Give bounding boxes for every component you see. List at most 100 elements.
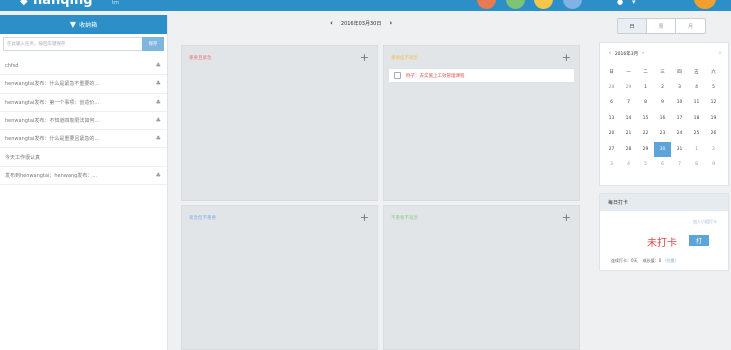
app: ◆ hanqing tm ● ▾ ▼ 收纳箱 保存 chfsd ♣ henwan… [0,0,731,350]
calendar-day[interactable]: 5 [637,157,654,173]
inbox-item[interactable]: 今天工作很认真 [0,148,167,167]
inbox-item[interactable]: henwangtai发布：不知道四象限法如何... ♣ [0,112,167,131]
calendar-day[interactable]: 18 [688,111,705,127]
calendar-day[interactable]: 13 [603,111,620,127]
message-icon[interactable] [506,0,525,9]
calendar-day[interactable]: 27 [603,142,620,158]
logo-icon: ◆ [20,0,28,7]
redeem-link[interactable]: （兑换） [662,258,678,263]
calendar-day[interactable]: 15 [637,111,654,127]
day-view-tab[interactable]: 日 [618,19,647,33]
daily-checkin-panel: 每日打卡 加入小组打卡 未打卡 打 连续打卡：0天 成长值：0 （兑换） [599,193,729,271]
inbox-list: chfsd ♣ henwangtai发布：什么是紧急不重要的... ♣ henw… [0,57,167,186]
settings-icon[interactable] [563,0,582,9]
calendar-day[interactable]: 2 [705,142,722,158]
view-switcher: 日 周 月 [617,18,706,34]
calendar-day[interactable]: 1 [637,80,654,96]
calendar-day[interactable]: 7 [620,95,637,111]
weekday-label: 一 [626,69,631,75]
inbox-item[interactable]: henwangtai发布：什么是重要且紧急的... ♣ [0,130,167,149]
star-icon[interactable] [534,0,553,9]
assign-icon[interactable]: ♣ [156,172,161,179]
prev-day-button[interactable]: ‹ [330,19,333,27]
calendar-day[interactable]: 25 [688,126,705,142]
calendar-grid: 日一二三四五六 28 29 1 2 3 4 5 6 7 8 9 10 11 12 13 14 15 16 17 18 19… [600,64,728,173]
next-month-button[interactable]: › [642,51,644,56]
calendar-day[interactable]: 30 [654,141,671,157]
calendar-day[interactable]: 1 [688,142,705,158]
calendar-day[interactable]: 28 [603,80,620,96]
checkin-status: 未打卡 [647,238,677,249]
calendar-day[interactable]: 23 [654,126,671,142]
checkin-button[interactable]: 打 [689,235,709,246]
calendar-day[interactable]: 17 [671,111,688,127]
quadrant-title: 重要且紧急 [189,56,212,61]
calendar-day[interactable]: 31 [671,142,688,158]
calendar-day[interactable]: 10 [671,95,688,111]
prev-month-button[interactable]: ‹ [609,51,611,56]
inbox-item[interactable]: henwangtai发布：什么是紧急不重要的... ♣ [0,75,167,94]
calendar-day[interactable]: 4 [620,157,637,173]
assign-icon[interactable]: ♣ [156,80,161,87]
calendar-day[interactable]: 3 [603,157,620,173]
calendar-day[interactable]: 8 [637,95,654,111]
calendar-day[interactable]: 6 [654,157,671,173]
calendar-day[interactable]: 9 [705,157,722,173]
calendar-day[interactable]: 29 [620,80,637,96]
chevron-down-icon[interactable]: ▾ [632,0,636,6]
add-task-icon[interactable]: + [562,211,571,224]
calendar-day[interactable]: 19 [705,111,722,127]
assign-icon[interactable]: ♣ [156,117,161,124]
assign-icon[interactable]: ♣ [156,62,161,69]
calendar-day[interactable]: 28 [620,142,637,158]
notification-icon[interactable] [477,0,496,9]
calendar-day[interactable]: 6 [603,95,620,111]
inbox-item-label: 发布到henwangtai：henwang发布：... [5,172,98,179]
calendar-day[interactable]: 9 [654,95,671,111]
month-view-tab[interactable]: 月 [676,19,705,33]
add-task-icon[interactable]: + [360,211,369,224]
quadrant-urgent-not-important: 紧急但不重要 + [181,205,378,350]
assign-icon[interactable]: ♣ [156,99,161,106]
calendar-day[interactable]: 4 [688,80,705,96]
calendar-day[interactable]: 20 [603,126,620,142]
add-task-icon[interactable]: + [562,51,571,64]
brand-name: hanqing [33,0,93,8]
calendar-day[interactable]: 11 [688,95,705,111]
calendar-header: ‹ 2016年3月 › × [600,43,728,64]
calendar-day[interactable]: 24 [671,126,688,142]
task-checkbox[interactable] [394,72,401,79]
calendar-day[interactable]: 8 [688,157,705,173]
calendar-day[interactable]: 26 [705,126,722,142]
calendar-day[interactable]: 16 [654,111,671,127]
calendar-day[interactable]: 29 [637,142,654,158]
growth-value: 成长值：0 [642,258,662,263]
calendar-day[interactable]: 14 [620,111,637,127]
join-group-link[interactable]: 加入小组打卡 [693,219,717,225]
quadrant-task[interactable]: 例子：去实施上工效管理课程 [388,68,575,83]
top-bar: ◆ hanqing tm ● ▾ [0,0,731,11]
calendar-day[interactable]: 5 [705,80,722,96]
calendar-day[interactable]: 21 [620,126,637,142]
inbox-item[interactable]: 发布到henwangtai：henwang发布：... ♣ [0,167,167,186]
calendar-day[interactable]: 7 [671,157,688,173]
add-task-icon[interactable]: + [360,51,369,64]
calendar-day[interactable]: 22 [637,126,654,142]
save-task-button[interactable]: 保存 [142,37,164,51]
close-icon[interactable]: × [718,51,722,56]
inbox-item[interactable]: chfsd ♣ [0,57,167,76]
inbox-item-label: henwangtai发布：什么是重要且紧急的... [5,136,100,143]
avatar[interactable] [694,0,716,9]
user-icon[interactable]: ● [617,0,623,6]
inbox-item[interactable]: henwangtai发布：第一个事项：创造价... ♣ [0,94,167,112]
current-date: 2016年03月30日 [340,20,382,27]
assign-icon[interactable]: ♣ [156,135,161,142]
calendar-day[interactable]: 12 [705,95,722,111]
week-view-tab[interactable]: 周 [647,19,676,33]
calendar-day[interactable]: 2 [654,80,671,96]
task-label: 例子：去实施上工效管理课程 [406,73,465,79]
task-input[interactable] [3,37,142,51]
calendar-day[interactable]: 3 [671,80,688,96]
next-day-button[interactable]: › [389,19,392,27]
quadrant-important-urgent: 重要且紧急 + [181,45,378,201]
